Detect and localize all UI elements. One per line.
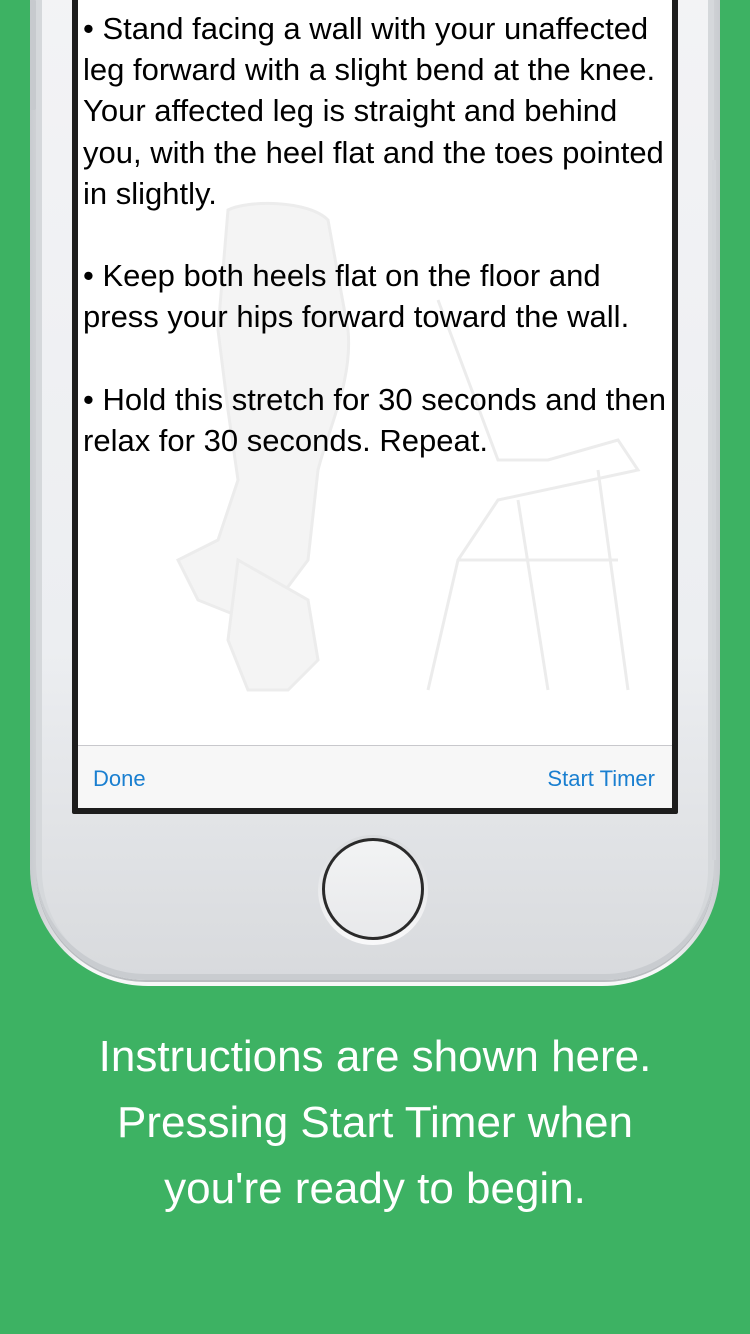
instruction-step-3: • Hold this stretch for 30 seconds and t…	[83, 381, 666, 458]
done-button[interactable]: Done	[93, 746, 146, 808]
instruction-step-2: • Keep both heels flat on the floor and …	[83, 258, 630, 335]
bottom-toolbar: Done Start Timer	[78, 745, 672, 808]
caption-line-2: Pressing Start Timer when	[117, 1098, 633, 1147]
start-timer-button[interactable]: Start Timer	[547, 746, 655, 808]
home-button[interactable]	[322, 838, 424, 940]
caption-line-3: you're ready to begin.	[164, 1164, 586, 1213]
phone-side-button	[30, 0, 36, 110]
illustration-figure-leg	[226, 557, 320, 692]
caption-line-1: Instructions are shown here.	[98, 1032, 652, 1081]
phone-right-edge	[712, 160, 716, 860]
promo-caption: Instructions are shown here. Pressing St…	[0, 1024, 750, 1222]
app-screen: • Stand facing a wall with your unaffect…	[78, 0, 672, 808]
instruction-step-1: • Stand facing a wall with your unaffect…	[83, 11, 664, 211]
instructions-text: • Stand facing a wall with your unaffect…	[83, 8, 668, 502]
